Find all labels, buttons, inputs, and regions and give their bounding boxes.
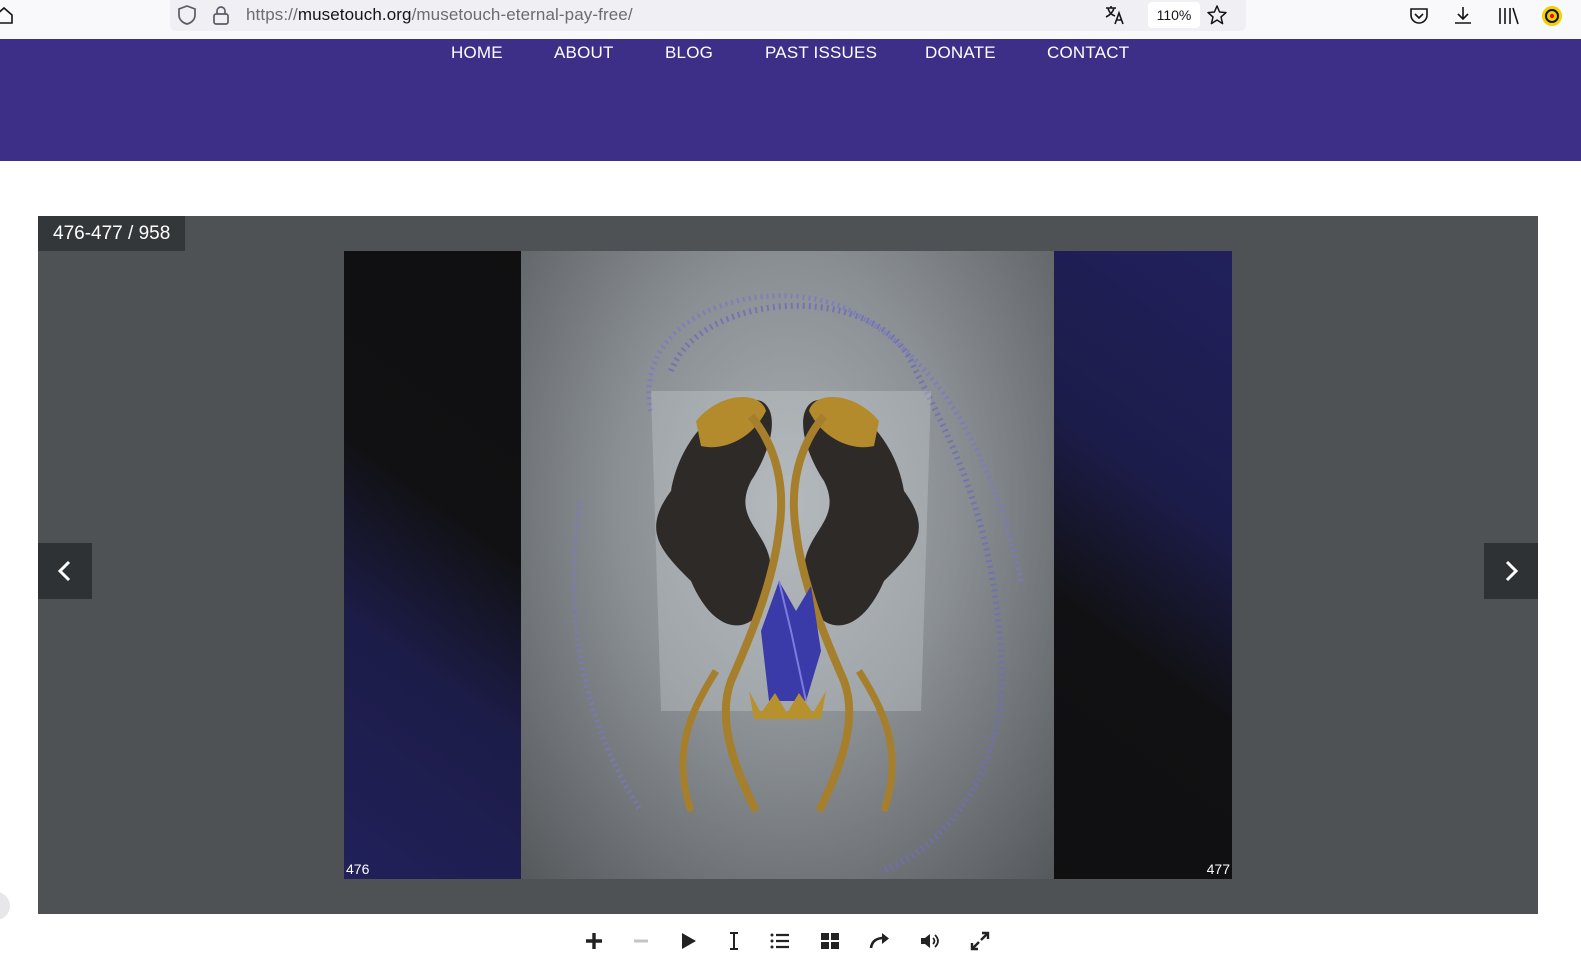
accessibility-bubble[interactable] xyxy=(0,892,10,920)
flipbook-viewer: 476-477 / 958 476 477 xyxy=(38,216,1538,914)
text-cursor-icon[interactable] xyxy=(719,926,749,956)
url-text[interactable]: https://musetouch.org/musetouch-eternal-… xyxy=(246,5,633,25)
viewer-toolbar xyxy=(575,926,995,956)
right-page-number: 477 xyxy=(1206,861,1230,877)
nav-about[interactable]: ABOUT xyxy=(554,43,614,63)
thumbnails-icon[interactable] xyxy=(815,926,845,956)
fullscreen-icon[interactable] xyxy=(965,926,995,956)
zoom-level-button[interactable]: 110% xyxy=(1148,2,1200,28)
library-icon[interactable] xyxy=(1496,4,1520,28)
left-page-number: 476 xyxy=(346,861,370,877)
chevron-right-icon xyxy=(1505,560,1519,582)
page-counter: 476-477 / 958 xyxy=(38,216,186,251)
play-icon[interactable] xyxy=(673,926,703,956)
home-icon[interactable] xyxy=(0,6,14,24)
jewelry-photo xyxy=(521,251,1054,879)
share-icon[interactable] xyxy=(865,926,895,956)
site-header: HOME ABOUT BLOG PAST ISSUES DONATE CONTA… xyxy=(0,39,1581,161)
previous-page-button[interactable] xyxy=(38,543,92,599)
next-page-button[interactable] xyxy=(1484,543,1538,599)
address-bar[interactable]: https://musetouch.org/musetouch-eternal-… xyxy=(170,0,1246,31)
page-spread[interactable]: 476 477 xyxy=(344,251,1232,879)
extension-icon[interactable] xyxy=(1540,4,1564,28)
nav-past-issues[interactable]: PAST ISSUES xyxy=(765,43,877,63)
bookmark-star-icon[interactable] xyxy=(1206,4,1228,26)
nav-blog[interactable]: BLOG xyxy=(665,43,713,63)
pocket-icon[interactable] xyxy=(1407,4,1431,28)
necklace-illustration xyxy=(571,293,1024,874)
nav-donate[interactable]: DONATE xyxy=(925,43,996,63)
nav-contact[interactable]: CONTACT xyxy=(1047,43,1129,63)
list-icon[interactable] xyxy=(765,926,795,956)
sound-icon[interactable] xyxy=(915,926,945,956)
lock-icon[interactable] xyxy=(210,4,232,26)
download-icon[interactable] xyxy=(1451,4,1475,28)
zoom-in-icon[interactable] xyxy=(579,926,609,956)
chevron-left-icon xyxy=(57,560,71,582)
nav-home[interactable]: HOME xyxy=(451,43,503,63)
zoom-out-icon[interactable] xyxy=(626,926,656,956)
browser-toolbar: https://musetouch.org/musetouch-eternal-… xyxy=(0,0,1581,39)
shield-icon[interactable] xyxy=(176,4,198,26)
translate-icon[interactable] xyxy=(1104,4,1126,26)
